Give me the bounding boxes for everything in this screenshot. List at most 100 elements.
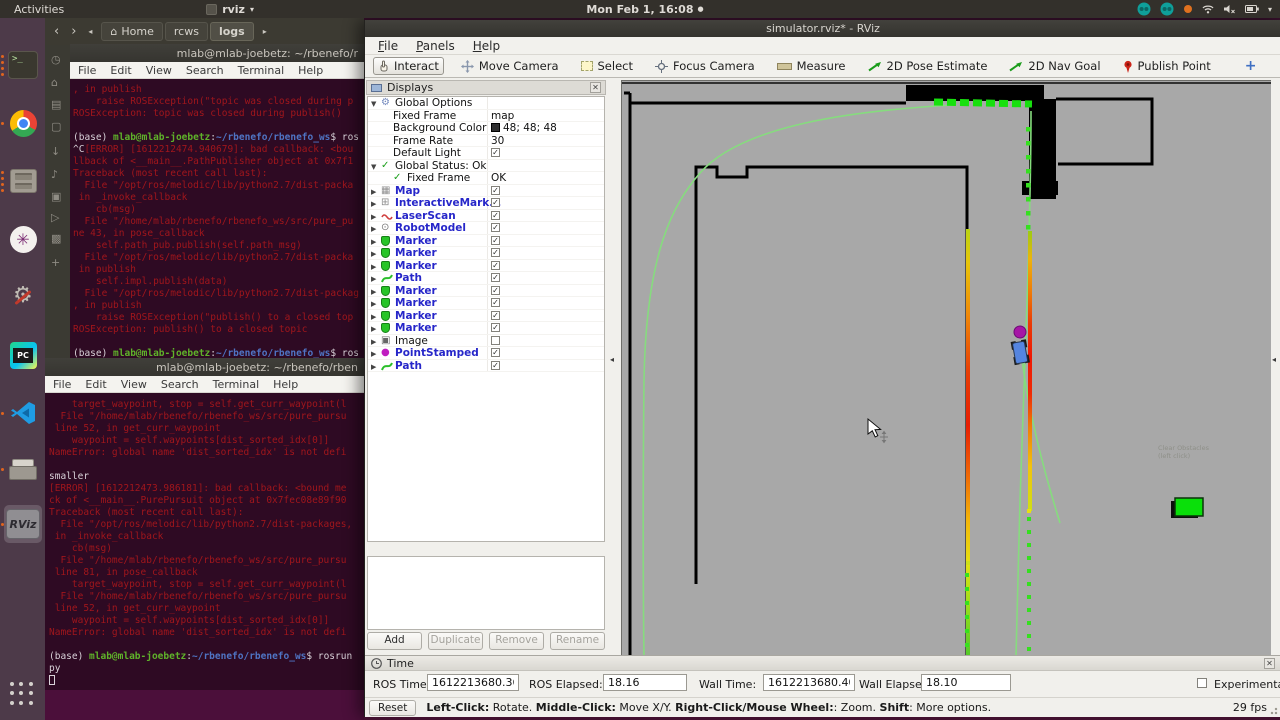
terminal1-menu-file[interactable]: File <box>78 64 96 77</box>
terminal1-menu-terminal[interactable]: Terminal <box>238 64 285 77</box>
display-row-map[interactable]: ▶ ▦ Map ✓ <box>368 184 604 198</box>
display-checkbox[interactable]: ✓ <box>491 273 500 282</box>
display-row-marker[interactable]: ▶ Marker ✓ <box>368 259 604 273</box>
activities-button[interactable]: Activities <box>0 3 78 16</box>
display-value[interactable]: OK <box>491 172 506 184</box>
duplicate-button[interactable]: Duplicate <box>428 632 483 650</box>
toolbar-minus-button[interactable]: −▾ <box>1273 58 1280 74</box>
videos-icon[interactable]: ▷ <box>51 211 59 224</box>
display-checkbox[interactable]: ✓ <box>491 210 500 220</box>
documents-icon[interactable]: ▢ <box>51 120 61 133</box>
dock-item-chrome[interactable] <box>1 104 42 142</box>
home-icon[interactable]: ⌂ <box>51 76 58 89</box>
expand-icon[interactable]: ▶ <box>371 311 376 323</box>
expand-icon[interactable]: ▶ <box>371 223 376 235</box>
path-collapse-icon[interactable]: ◂ <box>85 27 95 36</box>
tool-interact[interactable]: Interact <box>373 57 444 75</box>
terminal2-menu-search[interactable]: Search <box>161 378 199 391</box>
rviz-menu-file[interactable]: File <box>371 38 405 54</box>
display-row-fixed-frame[interactable]: Fixed Frame map <box>368 109 604 122</box>
expand-icon[interactable]: ▶ <box>371 186 376 198</box>
tool-select[interactable]: Select <box>576 57 638 75</box>
expand-icon[interactable]: ▶ <box>371 236 376 248</box>
expand-icon[interactable]: ▶ <box>371 348 376 360</box>
dock-item-pycharm[interactable]: PC <box>4 336 42 374</box>
rviz-3d-viewport[interactable]: Clear Obstacles (left click) <box>621 80 1271 655</box>
display-row-pointstamped[interactable]: ▶ ● PointStamped ✓ <box>368 347 604 360</box>
dock-item-tools[interactable]: ⚙ <box>4 278 42 316</box>
display-value[interactable]: map <box>491 110 514 122</box>
desktop-icon[interactable]: ▤ <box>51 98 61 111</box>
expand-icon[interactable]: ▶ <box>371 323 376 335</box>
breadcrumb-logs[interactable]: logs <box>209 22 254 41</box>
display-row-laserscan[interactable]: ▶ LaserScan ✓ <box>368 209 604 222</box>
tool-2d-nav-goal[interactable]: 2D Nav Goal <box>1004 57 1105 75</box>
trash-icon[interactable]: ▩ <box>51 232 61 245</box>
show-applications-button[interactable] <box>10 682 35 707</box>
panel-collapse-right-icon[interactable]: ◂ <box>1272 355 1276 364</box>
display-checkbox[interactable]: ✓ <box>491 235 500 245</box>
breadcrumb-home[interactable]: ⌂ Home <box>101 22 163 41</box>
dock-item-rviz[interactable]: RViz <box>1 505 42 543</box>
recent-icon[interactable]: ◷ <box>51 53 61 66</box>
terminal1-titlebar[interactable]: mlab@mlab-joebetz: ~/rbenefo/r <box>70 44 364 62</box>
terminal1-menu-search[interactable]: Search <box>186 64 224 77</box>
display-row-background-color[interactable]: Background Color 48; 48; 48 <box>368 122 604 135</box>
rviz-menu-panels[interactable]: Panels <box>409 38 462 54</box>
panel-collapse-left-icon[interactable]: ◂ <box>610 355 614 364</box>
dock-item-printer[interactable] <box>1 450 42 488</box>
display-checkbox[interactable] <box>491 335 500 345</box>
downloads-icon[interactable]: ↓ <box>51 145 60 158</box>
terminal1-menu-edit[interactable]: Edit <box>110 64 131 77</box>
expand-icon[interactable]: ▶ <box>371 248 376 260</box>
expand-icon[interactable]: ▶ <box>371 198 376 210</box>
display-checkbox[interactable]: ✓ <box>491 260 500 270</box>
focused-app-menu[interactable]: rviz ▾ <box>206 3 254 16</box>
time-field-ros-time-[interactable] <box>427 674 519 691</box>
tool-2d-pose-estimate[interactable]: 2D Pose Estimate <box>863 57 993 75</box>
terminal1-output[interactable]: , in publish raise ROSException("topic w… <box>70 79 364 358</box>
clear-obstacles-button-marker[interactable] <box>1171 497 1204 518</box>
display-row-robotmodel[interactable]: ▶ ⊙ RobotModel ✓ <box>368 222 604 235</box>
display-value[interactable]: 30 <box>491 135 504 147</box>
display-checkbox[interactable]: ✓ <box>491 285 500 295</box>
display-row-marker[interactable]: ▶ Marker ✓ <box>368 284 604 298</box>
time-field-wall-elapsed-[interactable] <box>921 674 1011 691</box>
display-row-frame-rate[interactable]: Frame Rate 30 <box>368 134 604 147</box>
expand-icon[interactable]: ▶ <box>371 286 376 298</box>
time-field-wall-time-[interactable] <box>763 674 855 691</box>
terminal2-menu-view[interactable]: View <box>121 378 147 391</box>
terminal2-titlebar[interactable]: mlab@mlab-joebetz: ~/rbenefo/rben <box>45 358 364 376</box>
experimental-checkbox[interactable] <box>1197 678 1207 688</box>
terminal2-output[interactable]: target_waypoint, stop = self.get_curr_wa… <box>45 393 364 720</box>
expand-icon[interactable]: ▶ <box>371 336 376 348</box>
display-checkbox[interactable]: ✓ <box>491 148 500 157</box>
system-tray[interactable]: ▾ <box>1137 0 1272 18</box>
display-row-marker[interactable]: ▶ Marker ✓ <box>368 322 604 335</box>
toolbar-plus-button[interactable]: + <box>1240 58 1262 74</box>
display-row-marker[interactable]: ▶ Marker ✓ <box>368 234 604 248</box>
terminal2-menu-terminal[interactable]: Terminal <box>213 378 260 391</box>
display-checkbox[interactable]: ✓ <box>491 185 500 195</box>
display-checkbox[interactable]: ✓ <box>491 360 500 370</box>
close-icon[interactable]: ✕ <box>1264 657 1275 669</box>
expand-icon[interactable]: ▶ <box>371 261 376 273</box>
display-checkbox[interactable]: ✓ <box>491 198 500 207</box>
displays-panel-header[interactable]: Displays ✕ <box>366 80 606 95</box>
display-checkbox[interactable]: ✓ <box>491 348 500 357</box>
music-icon[interactable]: ♪ <box>51 168 58 181</box>
dock-item-vscode[interactable] <box>1 394 42 432</box>
time-panel-header[interactable]: Time ✕ <box>365 655 1280 671</box>
terminal2-menu-edit[interactable]: Edit <box>85 378 106 391</box>
display-row-interactivemark-[interactable]: ▶ ⊞ InteractiveMark... ✓ <box>368 197 604 210</box>
display-row-path[interactable]: ▶ Path ✓ <box>368 359 604 372</box>
reset-button[interactable]: Reset <box>369 699 417 716</box>
back-button[interactable]: ‹ <box>51 24 62 39</box>
close-icon[interactable]: ✕ <box>590 82 601 93</box>
remove-button[interactable]: Remove <box>489 632 544 650</box>
display-row-marker[interactable]: ▶ Marker ✓ <box>368 247 604 260</box>
display-row-global-options[interactable]: ▼ ⚙ Global Options <box>368 97 604 110</box>
display-checkbox[interactable]: ✓ <box>491 310 500 320</box>
expand-icon[interactable]: ▶ <box>371 298 376 310</box>
display-checkbox[interactable]: ✓ <box>491 298 500 307</box>
